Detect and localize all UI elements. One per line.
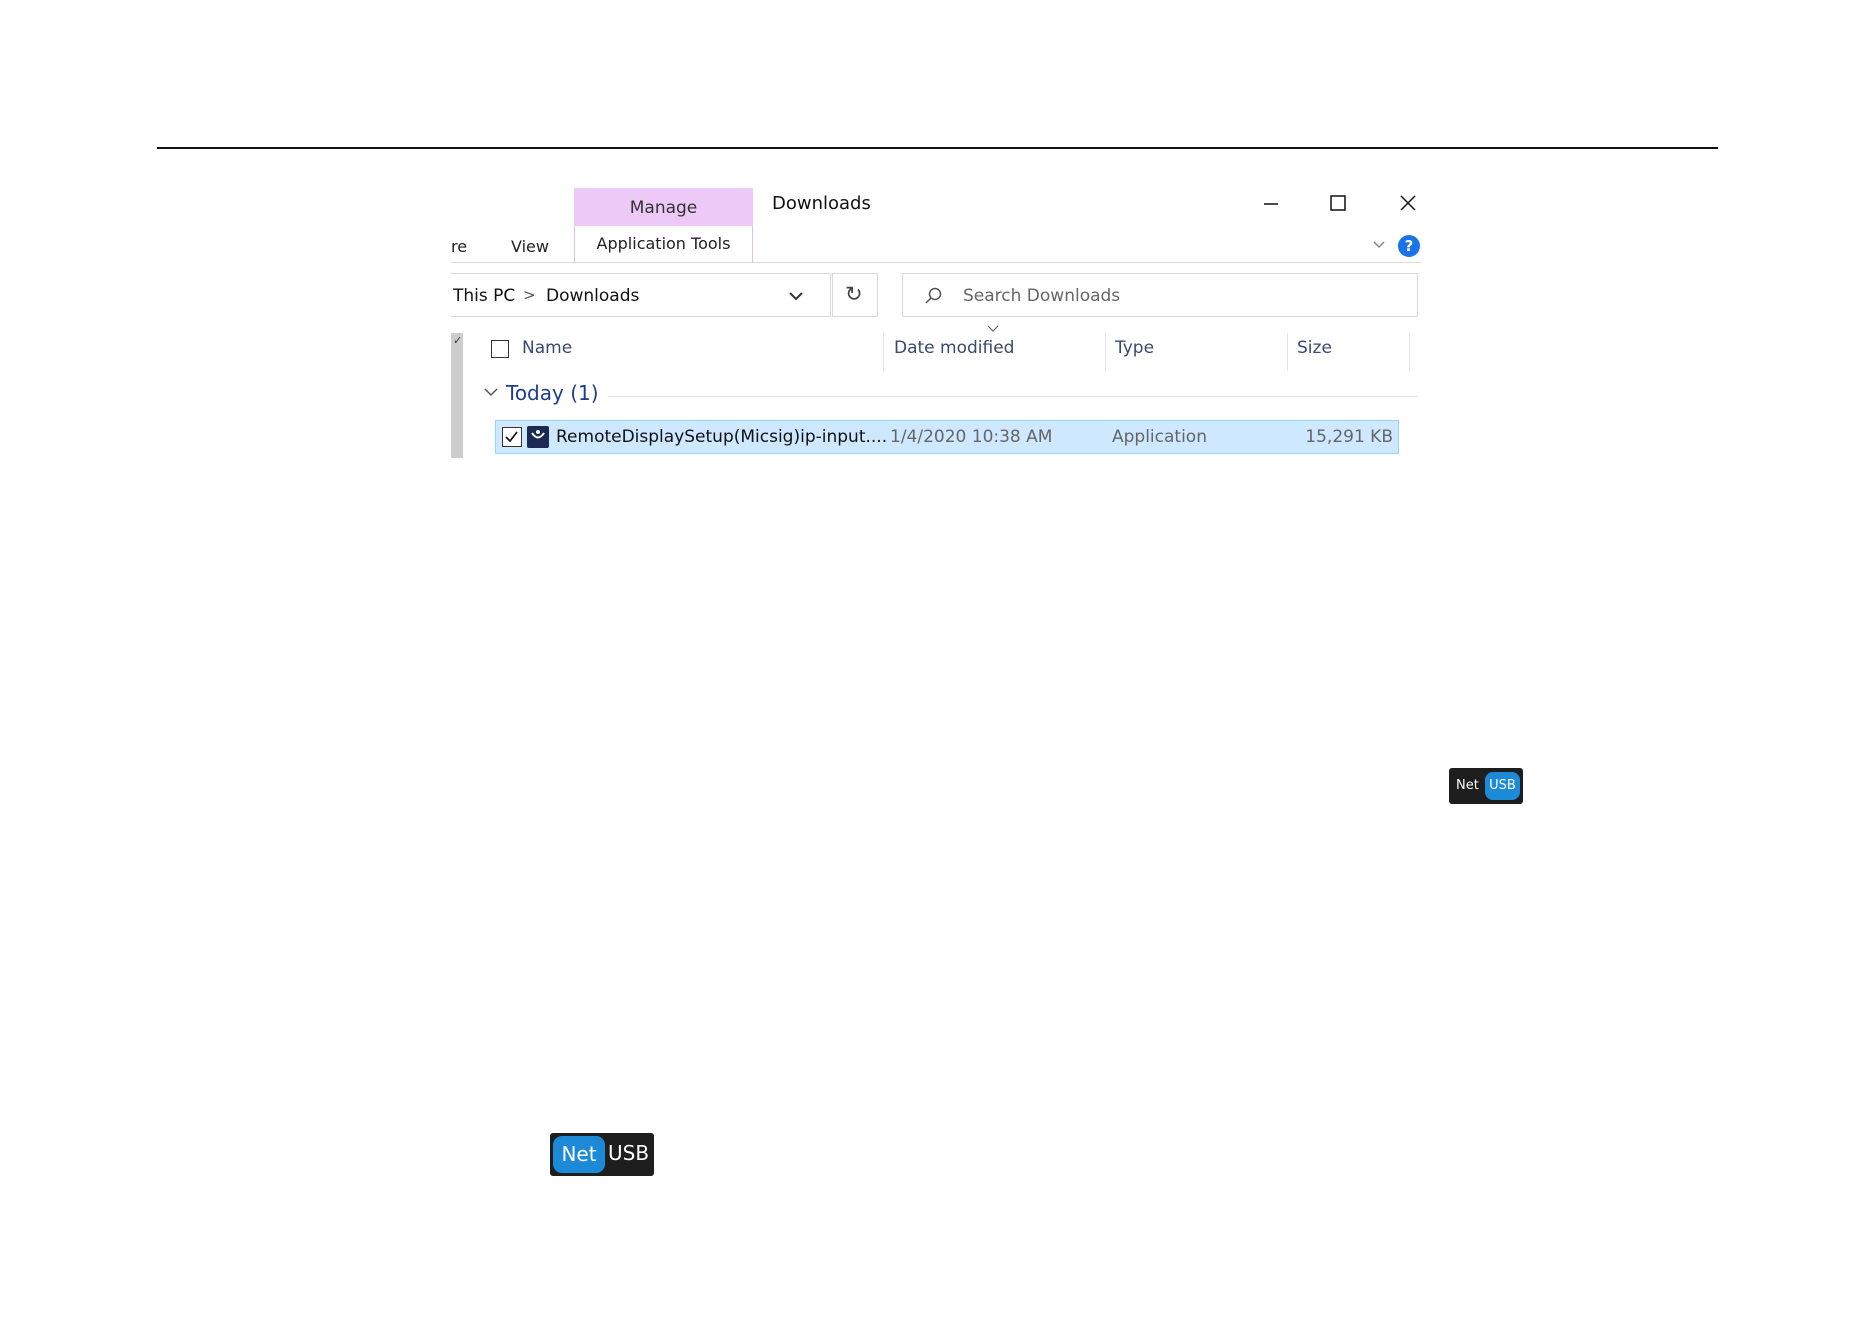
ribbon-divider [451, 262, 1421, 263]
breadcrumb-separator-icon[interactable]: > [523, 286, 536, 304]
column-separator[interactable] [1287, 333, 1288, 371]
group-header-today[interactable]: Today (1) [506, 381, 599, 405]
ribbon-tab-view[interactable]: View [511, 237, 549, 256]
file-row[interactable]: RemoteDisplaySetup(Micsig)ip-input.... 1… [495, 420, 1399, 454]
breadcrumb-downloads[interactable]: Downloads [546, 286, 639, 306]
file-size: 15,291 KB [1305, 427, 1393, 447]
column-header-name[interactable]: Name [522, 338, 572, 358]
toggle-usb-option[interactable]: USB [608, 1141, 649, 1165]
net-usb-toggle-large[interactable]: Net USB [550, 1133, 654, 1176]
group-divider [608, 396, 1418, 397]
nav-pane-arrow-icon[interactable]: ✓ [453, 334, 462, 347]
navigation-pane-scrollbar[interactable] [451, 333, 463, 458]
toggle-net-option[interactable]: Net [1456, 778, 1479, 793]
maximize-button[interactable] [1318, 188, 1358, 216]
top-rule [157, 147, 1718, 149]
column-separator[interactable] [1105, 333, 1106, 371]
address-dropdown-chevron-icon[interactable] [786, 288, 806, 304]
file-name: RemoteDisplaySetup(Micsig)ip-input.... [556, 427, 888, 447]
help-icon[interactable]: ? [1398, 235, 1420, 257]
manage-tab-label: Manage [629, 198, 698, 218]
file-explorer-window: Manage Application Tools Downloads re Vi… [451, 188, 1421, 458]
select-all-checkbox[interactable] [491, 340, 509, 358]
application-tools-label: Application Tools [596, 234, 731, 253]
minimize-button[interactable] [1251, 188, 1291, 216]
breadcrumb-this-pc[interactable]: This PC [453, 286, 515, 306]
checkmark-icon [505, 431, 518, 443]
file-date-modified: 1/4/2020 10:38 AM [890, 427, 1053, 447]
net-usb-toggle-small[interactable]: Net USB [1449, 768, 1523, 804]
column-separator[interactable] [883, 333, 884, 371]
application-tools-tab[interactable]: Application Tools [574, 226, 753, 262]
window-title: Downloads [772, 193, 871, 214]
toggle-net-option-active[interactable]: Net [553, 1136, 605, 1173]
group-collapse-chevron-icon[interactable] [483, 386, 499, 398]
sort-caret-icon [987, 325, 999, 332]
search-placeholder: Search Downloads [963, 286, 1121, 306]
search-icon [925, 287, 942, 304]
column-header-size[interactable]: Size [1297, 338, 1332, 358]
column-header-date-modified[interactable]: Date modified [894, 338, 1014, 358]
application-file-icon [527, 426, 549, 448]
close-icon [1400, 195, 1416, 211]
close-button[interactable] [1388, 188, 1421, 216]
address-bar[interactable]: This PC > Downloads [451, 273, 831, 317]
column-separator[interactable] [1409, 333, 1410, 371]
row-checkbox[interactable] [502, 427, 522, 447]
file-type: Application [1112, 427, 1207, 447]
refresh-button[interactable]: ↻ [832, 273, 878, 317]
search-downloads-box[interactable]: Search Downloads [902, 273, 1418, 317]
ribbon-tab-share[interactable]: re [451, 237, 467, 256]
toggle-usb-option-active[interactable]: USB [1485, 772, 1520, 800]
minimize-icon [1264, 203, 1278, 205]
refresh-icon: ↻ [845, 282, 863, 306]
maximize-icon [1330, 195, 1346, 211]
column-header-type[interactable]: Type [1115, 338, 1154, 358]
ribbon-expand-chevron-icon[interactable] [1371, 236, 1387, 252]
